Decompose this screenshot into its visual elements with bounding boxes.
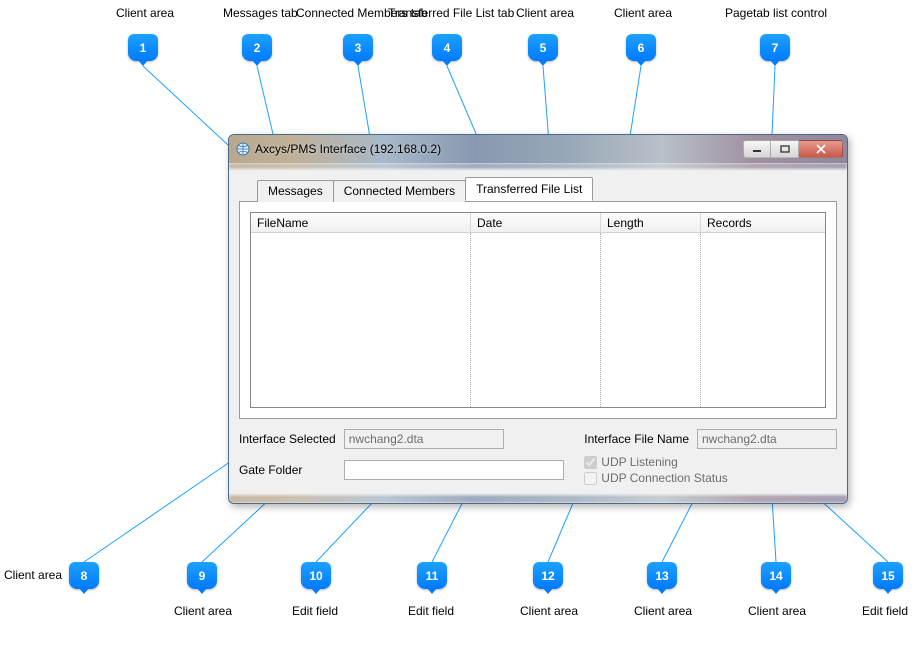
callout-badge-2: 2 (242, 34, 272, 61)
callout-badge-4: 4 (432, 34, 462, 61)
callout-badge-14: 14 (761, 562, 791, 589)
tab-transferred-file-list[interactable]: Transferred File List (465, 177, 593, 201)
label-interface-file-name: Interface File Name (584, 432, 689, 446)
callout-label-11: Edit field (408, 604, 454, 618)
label-gate-folder: Gate Folder (239, 463, 336, 477)
close-button[interactable] (799, 140, 843, 158)
callout-label-14: Client area (748, 604, 806, 618)
callout-label-10: Edit field (292, 604, 338, 618)
list-header: FileName Date Length Records (251, 213, 825, 233)
col-filename[interactable]: FileName (251, 213, 471, 232)
col-records[interactable]: Records (701, 213, 825, 232)
col-date[interactable]: Date (471, 213, 601, 232)
callout-label-15: Edit field (862, 604, 908, 618)
callout-badge-8: 8 (69, 562, 99, 589)
label-interface-selected: Interface Selected (239, 432, 336, 446)
callout-label-6: Client area (614, 6, 672, 20)
interface-selected-field[interactable] (344, 429, 504, 449)
callout-label-8: Client area (4, 568, 62, 582)
list-body (251, 233, 825, 407)
callout-badge-9: 9 (187, 562, 217, 589)
callout-label-7: Pagetab list control (725, 6, 827, 20)
maximize-button[interactable] (771, 140, 799, 158)
callout-badge-6: 6 (626, 34, 656, 61)
callout-label-12: Client area (520, 604, 578, 618)
callout-badge-7: 7 (760, 34, 790, 61)
callout-label-1: Client area (116, 6, 174, 20)
minimize-button[interactable] (743, 140, 771, 158)
callout-badge-13: 13 (647, 562, 677, 589)
udp-listening-input[interactable] (584, 456, 597, 469)
udp-connection-status-label: UDP Connection Status (601, 471, 728, 485)
callout-label-9: Client area (174, 604, 232, 618)
callout-badge-15: 15 (873, 562, 903, 589)
client-area: Messages Connected Members Transferred F… (229, 169, 847, 495)
tab-connected-members[interactable]: Connected Members (333, 180, 466, 202)
window-title: Axcys/PMS Interface (192.168.0.2) (255, 142, 743, 156)
callout-badge-1: 1 (128, 34, 158, 61)
tab-panel: FileName Date Length Records (239, 201, 837, 419)
callout-badge-3: 3 (343, 34, 373, 61)
tab-messages[interactable]: Messages (257, 180, 334, 202)
callout-badge-5: 5 (528, 34, 558, 61)
udp-listening-checkbox[interactable]: UDP Listening (584, 455, 837, 469)
callout-label-4: Transferred File List tab (388, 6, 514, 20)
callout-label-13: Client area (634, 604, 692, 618)
callout-label-5: Client area (516, 6, 574, 20)
callout-badge-10: 10 (301, 562, 331, 589)
app-icon (235, 141, 251, 157)
tab-strip: Messages Connected Members Transferred F… (257, 177, 837, 201)
udp-connection-status-input[interactable] (584, 472, 597, 485)
callout-badge-11: 11 (417, 562, 447, 589)
udp-connection-status-checkbox[interactable]: UDP Connection Status (584, 471, 837, 485)
gate-folder-field[interactable] (344, 460, 564, 480)
interface-file-name-field[interactable] (697, 429, 837, 449)
col-length[interactable]: Length (601, 213, 701, 232)
titlebar[interactable]: Axcys/PMS Interface (192.168.0.2) (229, 135, 847, 163)
app-window: Axcys/PMS Interface (192.168.0.2) Messag… (228, 134, 848, 504)
callout-badge-12: 12 (533, 562, 563, 589)
udp-listening-label: UDP Listening (601, 455, 678, 469)
callout-label-2: Messages tab (223, 6, 298, 20)
file-list-view[interactable]: FileName Date Length Records (250, 212, 826, 408)
